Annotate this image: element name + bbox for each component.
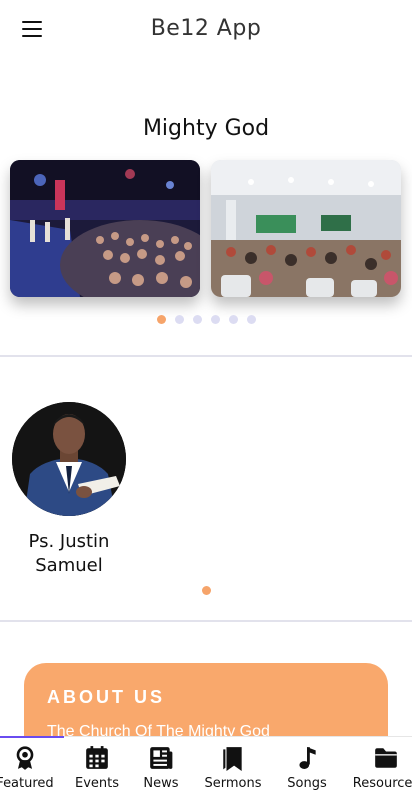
pagination-dot[interactable] — [201, 586, 211, 595]
nav-label-resources: Resources — [352, 776, 412, 791]
pagination-dot[interactable] — [192, 315, 202, 324]
nav-featured[interactable]: Featured — [0, 745, 61, 791]
nav-events[interactable]: Events — [61, 745, 133, 791]
award-icon — [16, 746, 34, 770]
pastor-name-line1: Ps. Justin — [28, 531, 110, 552]
carousel-slide-worship-stage[interactable] — [10, 160, 200, 297]
pagination-dot[interactable] — [210, 315, 220, 324]
nav-news[interactable]: News — [125, 745, 197, 791]
pagination-dot[interactable] — [246, 315, 256, 324]
nav-label-events: Events — [74, 776, 119, 791]
hero-title: Mighty God — [142, 116, 270, 141]
pastor-card[interactable]: Ps. Justin Samuel — [12, 402, 126, 576]
nav-label-songs: Songs — [287, 776, 327, 791]
music-note-icon — [299, 747, 316, 769]
nav-label-featured: Featured — [0, 776, 54, 791]
about-title: ABOUT US — [47, 687, 165, 707]
calendar-icon — [86, 746, 108, 769]
active-tab-indicator — [0, 736, 64, 738]
nav-sermons[interactable]: Sermons — [197, 745, 269, 791]
nav-label-news: News — [143, 776, 179, 791]
carousel-slide-church-hall[interactable] — [211, 160, 401, 297]
folder-icon — [375, 748, 397, 768]
pastor-name: Ps. Justin Samuel — [0, 530, 146, 578]
pagination-dot[interactable] — [174, 315, 184, 324]
newspaper-icon — [150, 747, 173, 769]
image-carousel[interactable] — [10, 160, 402, 300]
app-bar: Be12 App — [0, 0, 412, 60]
bookmark-icon — [223, 747, 242, 771]
carousel-pagination[interactable] — [0, 315, 412, 325]
pastor-name-line2: Samuel — [35, 555, 103, 576]
bottom-navigation: Featured Events News Sermons Songs Resou… — [0, 736, 412, 800]
section-divider — [0, 355, 412, 357]
pastor-avatar[interactable] — [12, 402, 126, 516]
pagination-dot[interactable] — [228, 315, 238, 324]
pagination-dot[interactable] — [156, 315, 166, 324]
pastor-pagination[interactable] — [0, 586, 412, 595]
nav-resources[interactable]: Resources — [350, 745, 412, 791]
section-divider — [0, 620, 412, 622]
nav-songs[interactable]: Songs — [271, 745, 343, 791]
nav-label-sermons: Sermons — [204, 776, 262, 791]
app-title: Be12 App — [150, 16, 262, 41]
